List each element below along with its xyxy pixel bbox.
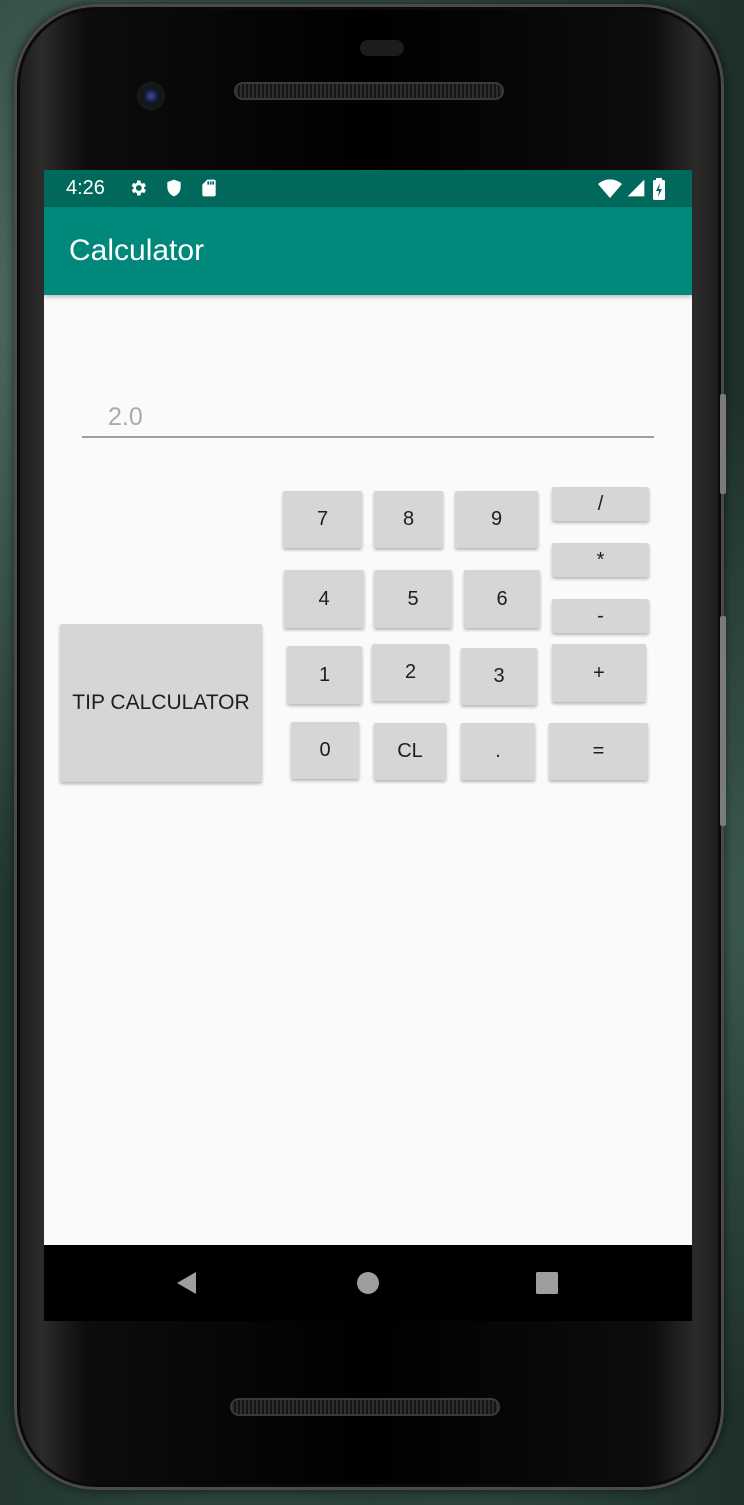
volume-button [720,616,726,826]
home-icon[interactable] [355,1270,381,1296]
cell-signal-icon [627,179,645,197]
digit-2-button[interactable]: 2 [372,644,449,701]
top-speaker-grille [236,84,502,98]
digit-8-button[interactable]: 8 [374,491,443,548]
shield-icon [167,179,181,197]
app-title: Calculator [69,234,205,267]
decimal-button[interactable]: . [461,723,535,780]
power-button [720,394,726,494]
digit-5-button[interactable]: 5 [374,570,452,628]
digit-6-button[interactable]: 6 [464,570,540,628]
calculator-display-input[interactable] [82,398,654,438]
status-time: 4:26 [66,177,105,199]
digit-1-button[interactable]: 1 [287,646,362,704]
sd-card-icon [202,179,216,197]
digit-3-button[interactable]: 3 [461,648,537,705]
battery-charging-icon [653,178,665,200]
divide-button[interactable]: / [552,487,649,521]
app-bar: Calculator [44,207,692,295]
add-button[interactable]: + [552,644,646,702]
clear-button[interactable]: CL [374,723,446,780]
multiply-button[interactable]: * [552,543,649,577]
wifi-icon [598,179,622,198]
navigation-bar [44,1245,692,1321]
tip-calculator-button[interactable]: TIP CALCULATOR [60,624,262,782]
bottom-speaker-grille [232,1400,498,1414]
settings-gear-icon [131,180,146,196]
equals-button[interactable]: = [549,723,648,780]
digit-7-button[interactable]: 7 [283,491,362,548]
back-icon[interactable] [174,1270,200,1296]
device-screen: 4:26 Calculator TIP CALCULATOR 7 8 9 / *… [44,170,692,1245]
digit-0-button[interactable]: 0 [291,722,359,779]
front-camera-icon [137,82,165,110]
status-bar: 4:26 [44,170,692,207]
subtract-button[interactable]: - [552,599,649,633]
recents-icon[interactable] [534,1270,560,1296]
digit-4-button[interactable]: 4 [284,570,364,628]
earpiece-slot [360,40,404,56]
digit-9-button[interactable]: 9 [455,491,538,548]
